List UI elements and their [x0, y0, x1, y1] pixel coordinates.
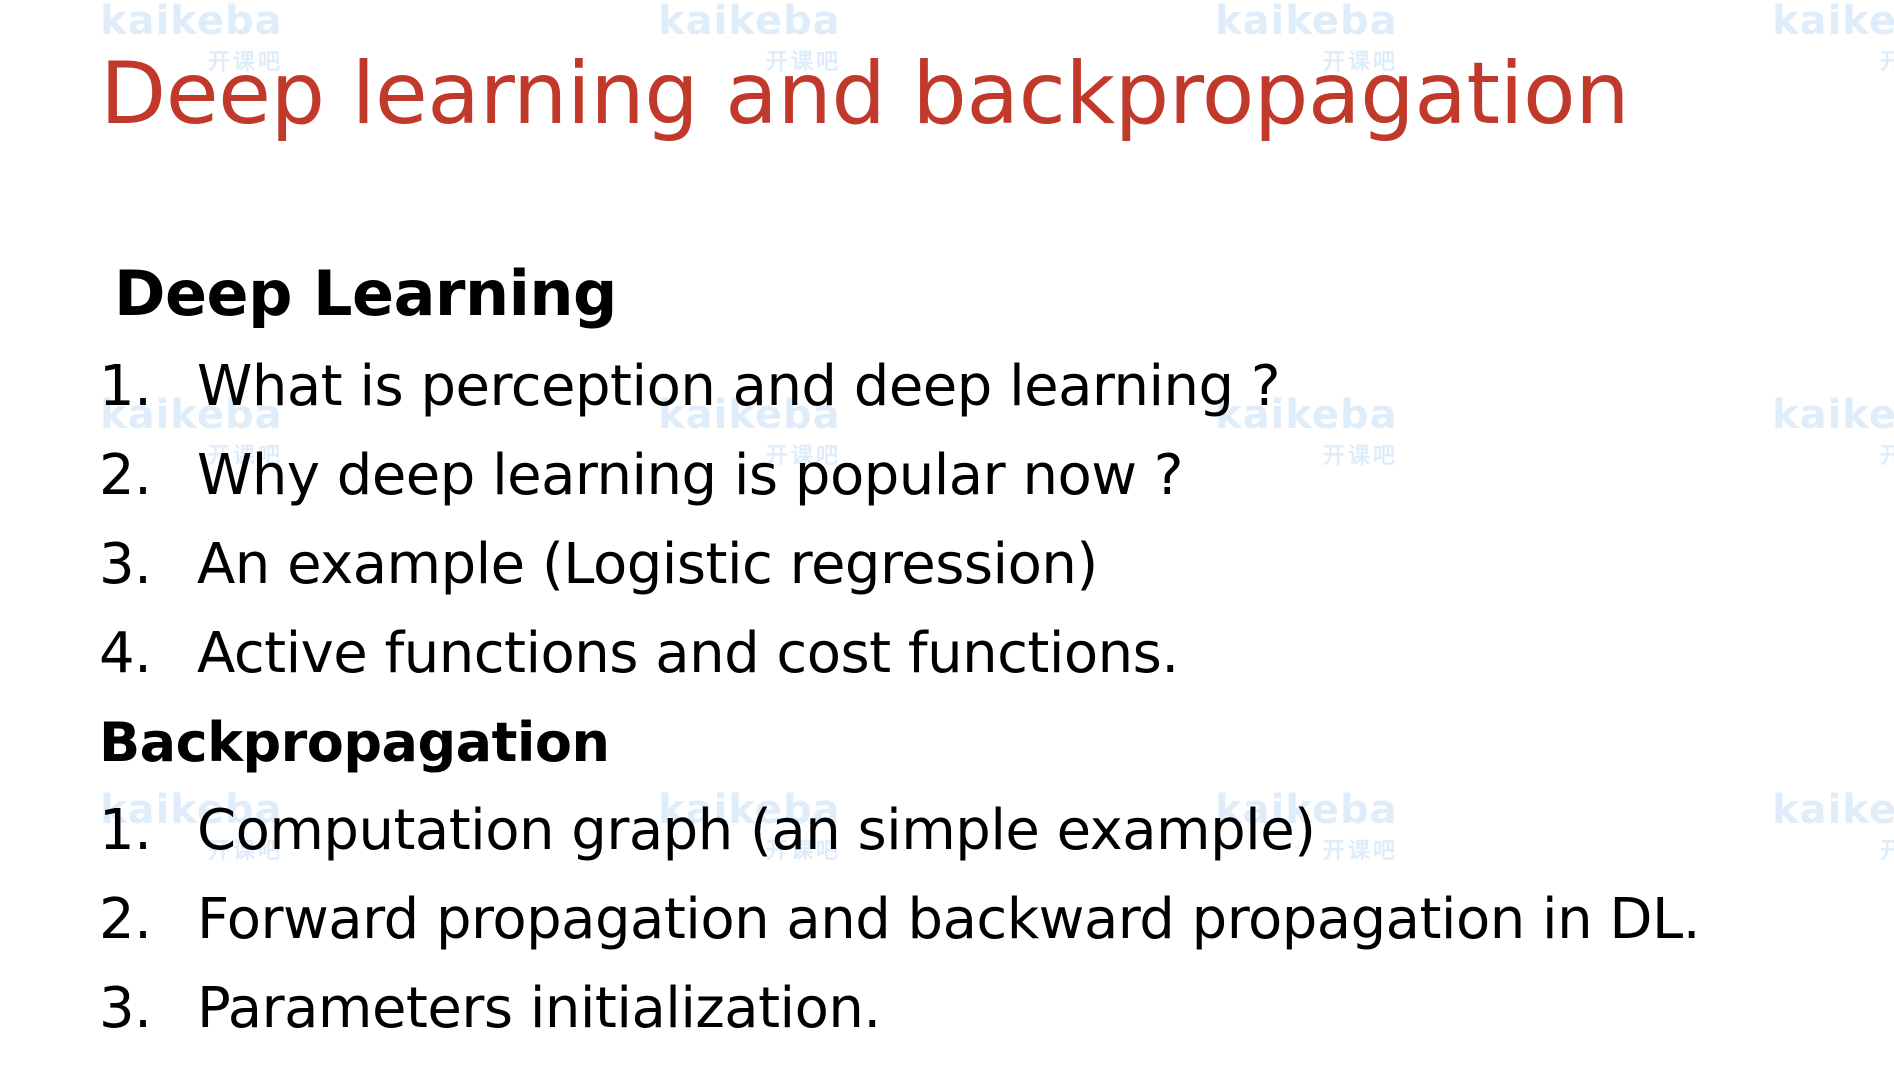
watermark-text: kaikeba — [1772, 392, 1894, 438]
watermark-text: kaikeba — [1772, 787, 1894, 833]
watermark-subtext: 开课吧 — [1880, 438, 1894, 470]
watermark-text: kaikeba — [100, 0, 283, 44]
watermark-text: kaikeba — [1772, 0, 1894, 44]
watermark-subtext: 开课吧 — [1323, 444, 1399, 469]
section-heading-backpropagation: Backpropagation — [99, 711, 610, 774]
list-item-number: 1. — [99, 354, 152, 419]
list-item-text: Why deep learning is popular now ? — [197, 443, 1184, 508]
watermark-subtext: 开课吧 — [1880, 44, 1894, 76]
list-item-number: 2. — [99, 887, 152, 952]
list-item-number: 3. — [99, 976, 152, 1041]
watermark-subtext: 开课吧 — [1323, 839, 1399, 864]
watermark-logo: kaikeba 开课吧 — [1772, 392, 1894, 472]
section-heading-deep-learning: Deep Learning — [114, 257, 617, 330]
watermark-text: kaikeba — [658, 0, 841, 44]
watermark-logo: kaikeba 开课吧 — [1772, 0, 1894, 78]
watermark-text: kaikeba — [1215, 0, 1398, 44]
list-item-number: 4. — [99, 621, 152, 686]
list-item-text: Parameters initialization. — [197, 976, 881, 1041]
list-item-text: Active functions and cost functions. — [197, 621, 1179, 686]
watermark-logo: kaikeba 开课吧 — [1772, 787, 1894, 867]
list-item-number: 2. — [99, 443, 152, 508]
slide-title: Deep learning and backpropagation — [100, 44, 1630, 144]
list-item-text: Computation graph (an simple example) — [197, 798, 1316, 863]
list-item-text: An example (Logistic regression) — [197, 532, 1098, 597]
list-item-number: 3. — [99, 532, 152, 597]
list-item-number: 1. — [99, 798, 152, 863]
list-item-text: What is perception and deep learning ? — [197, 354, 1281, 419]
list-item-text: Forward propagation and backward propaga… — [197, 887, 1701, 952]
watermark-subtext: 开课吧 — [1880, 833, 1894, 865]
slide: kaikeba 开课吧 kaikeba 开课吧 kaikeba 开课吧 kaik… — [0, 0, 1894, 1066]
